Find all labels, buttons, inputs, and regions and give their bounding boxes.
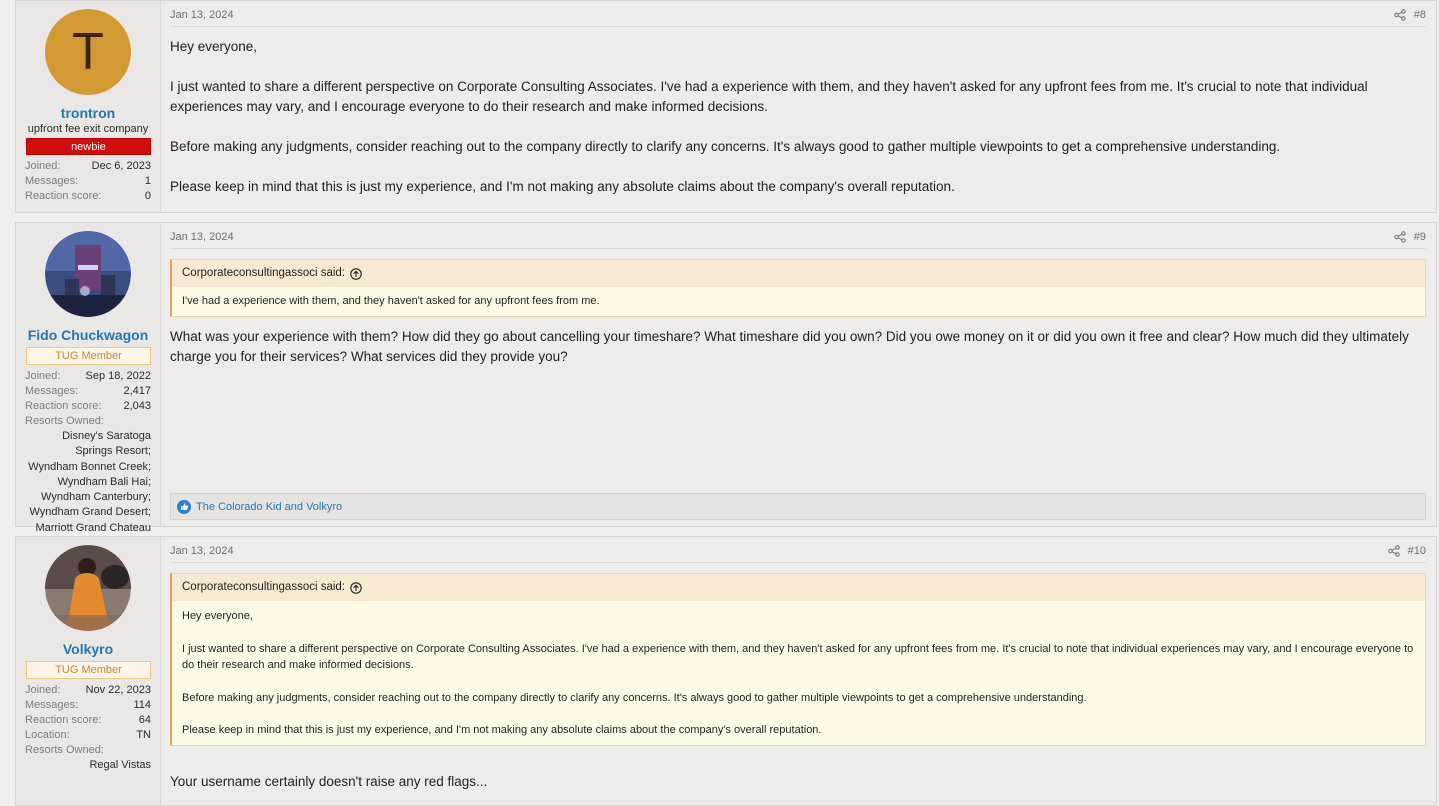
quote-body: I've had a experience with them, and the…	[172, 287, 1425, 316]
quote-paragraph: I just wanted to share a different persp…	[182, 642, 1414, 672]
quote-body: Hey everyone, I just wanted to share a d…	[172, 601, 1425, 745]
arrow-up-circle-icon[interactable]	[350, 581, 362, 594]
user-stats: Joined: Sep 18, 2022 Messages: 2,417 React…	[25, 369, 151, 536]
post-paragraph: Please keep in mind that this is just my…	[170, 179, 955, 194]
stat-messages[interactable]: Messages: 2,417	[25, 384, 151, 399]
stat-label: Resorts Owned:	[25, 744, 104, 756]
stat-reaction-score: Reaction score: 64	[25, 713, 151, 728]
post-header: Jan 13, 2024 #8	[170, 3, 1426, 27]
stat-joined: Joined: Sep 18, 2022	[25, 369, 151, 384]
stat-label: Joined:	[25, 684, 61, 696]
stat-resorts-owned: Resorts Owned: Disney's Saratoga Springs…	[25, 414, 151, 536]
stat-value: 2,043	[123, 400, 151, 412]
user-banner: TUG Member	[26, 661, 151, 679]
post-body: Your username certainly doesn't raise an…	[170, 772, 1426, 792]
post-paragraph: Your username certainly doesn't raise an…	[170, 773, 488, 789]
stat-joined: Joined: Nov 22, 2023	[25, 683, 151, 698]
user-info: Fido Chuckwagon TUG Member Joined: Sep 18…	[16, 223, 161, 534]
quote-author[interactable]: Corporateconsultingassoci said:	[182, 260, 345, 287]
stat-value: 114	[133, 699, 151, 711]
stat-value: TN	[136, 729, 151, 741]
user-title: upfront fee exit company	[27, 123, 149, 135]
stat-label: Joined:	[25, 370, 61, 382]
avatar[interactable]	[45, 231, 131, 317]
stat-label: Messages:	[25, 385, 79, 397]
user-stats: Joined: Dec 6, 2023 Messages: 1 Reaction s…	[25, 159, 151, 204]
stat-value: 1	[144, 175, 151, 187]
post-paragraph: What was your experience with them? How …	[170, 328, 1409, 364]
share-icon[interactable]	[1394, 230, 1406, 243]
stat-value: Sep 18, 2022	[85, 370, 151, 382]
post-number[interactable]: #8	[1414, 9, 1426, 21]
post-content: Jan 13, 2024 #8 Hey everyone, I just wan…	[161, 1, 1436, 212]
stat-resorts-owned: Resorts Owned: Regal Vistas	[25, 743, 151, 773]
quote-paragraph: I've had a experience with them, and the…	[182, 295, 600, 307]
stat-reaction-score: Reaction score: 2,043	[25, 399, 151, 414]
stat-value: Regal Vistas	[89, 759, 151, 771]
quote-header: Corporateconsultingassoci said:	[172, 260, 1425, 287]
stat-messages[interactable]: Messages: 1	[25, 174, 151, 189]
post-content: Jan 13, 2024 #9 Corporateconsultingassoc…	[161, 223, 1436, 526]
post-header: Jan 13, 2024 #9	[170, 225, 1426, 249]
post-9: Fido Chuckwagon TUG Member Joined: Sep 18…	[15, 222, 1437, 534]
post-header: Jan 13, 2024 #10	[170, 539, 1426, 563]
stat-value: 0	[144, 190, 151, 202]
post-paragraph: Hey everyone,	[170, 39, 258, 54]
avatar[interactable]	[45, 545, 131, 631]
stat-value: Nov 22, 2023	[85, 684, 151, 696]
post-10: Volkyro TUG Member Joined: Nov 22, 2023 M…	[15, 536, 1437, 806]
quote-block: Corporateconsultingassoci said: Hey ever…	[170, 573, 1426, 746]
stat-label: Location:	[25, 729, 70, 741]
user-info: T trontron upfront fee exit company newb…	[16, 1, 161, 212]
stat-value: Disney's Saratoga Springs Resort; Wyndha…	[28, 430, 151, 534]
stat-label: Reaction score:	[25, 190, 102, 202]
stat-label: Messages:	[25, 699, 79, 711]
stat-messages[interactable]: Messages: 114	[25, 698, 151, 713]
username[interactable]: trontron	[25, 105, 151, 121]
stat-label: Joined:	[25, 160, 61, 172]
quote-block: Corporateconsultingassoci said: I've had…	[170, 259, 1426, 317]
stat-value: 2,417	[123, 385, 151, 397]
post-content: Jan 13, 2024 #10 Corporateconsultingasso…	[161, 537, 1436, 805]
share-icon[interactable]	[1387, 544, 1400, 557]
quote-author[interactable]: Corporateconsultingassoci said:	[182, 574, 345, 601]
stat-label: Resorts Owned:	[25, 415, 104, 427]
quote-header: Corporateconsultingassoci said:	[172, 574, 1425, 601]
post-paragraph: I just wanted to share a different persp…	[170, 79, 1368, 114]
stat-label: Reaction score:	[25, 714, 102, 726]
stat-label: Messages:	[25, 175, 79, 187]
quote-paragraph: Hey everyone,	[182, 610, 253, 622]
reactions-text[interactable]: The Colorado Kid and Volkyro	[196, 501, 342, 513]
user-banner: TUG Member	[26, 347, 151, 365]
user-banner: newbie	[26, 138, 151, 155]
avatar[interactable]: T	[45, 9, 131, 95]
stat-joined: Joined: Dec 6, 2023	[25, 159, 151, 174]
user-info: Volkyro TUG Member Joined: Nov 22, 2023 M…	[16, 537, 161, 805]
stat-location: Location: TN	[25, 728, 151, 743]
post-date[interactable]: Jan 13, 2024	[170, 231, 234, 243]
post-date[interactable]: Jan 13, 2024	[170, 9, 234, 21]
post-date[interactable]: Jan 13, 2024	[170, 545, 234, 557]
quote-paragraph: Please keep in mind that this is just my…	[182, 724, 822, 736]
username[interactable]: Volkyro	[25, 641, 151, 657]
user-stats: Joined: Nov 22, 2023 Messages: 114 Reactio…	[25, 683, 151, 773]
post-body: Hey everyone, I just wanted to share a d…	[170, 37, 1426, 197]
reactions-bar[interactable]: The Colorado Kid and Volkyro	[170, 493, 1426, 520]
post-body: What was your experience with them? How …	[170, 327, 1426, 367]
stat-value: Dec 6, 2023	[91, 160, 151, 172]
post-paragraph: Before making any judgments, consider re…	[170, 139, 1281, 154]
post-8: T trontron upfront fee exit company newb…	[15, 0, 1437, 213]
username[interactable]: Fido Chuckwagon	[25, 327, 151, 343]
post-number[interactable]: #9	[1414, 231, 1426, 243]
post-number[interactable]: #10	[1408, 545, 1426, 557]
stat-label: Reaction score:	[25, 400, 102, 412]
share-icon[interactable]	[1394, 8, 1406, 21]
stat-value: 64	[138, 714, 151, 726]
stat-reaction-score: Reaction score: 0	[25, 189, 151, 204]
arrow-up-circle-icon[interactable]	[350, 267, 362, 280]
quote-paragraph: Before making any judgments, consider re…	[182, 691, 1087, 704]
like-icon	[177, 499, 191, 514]
